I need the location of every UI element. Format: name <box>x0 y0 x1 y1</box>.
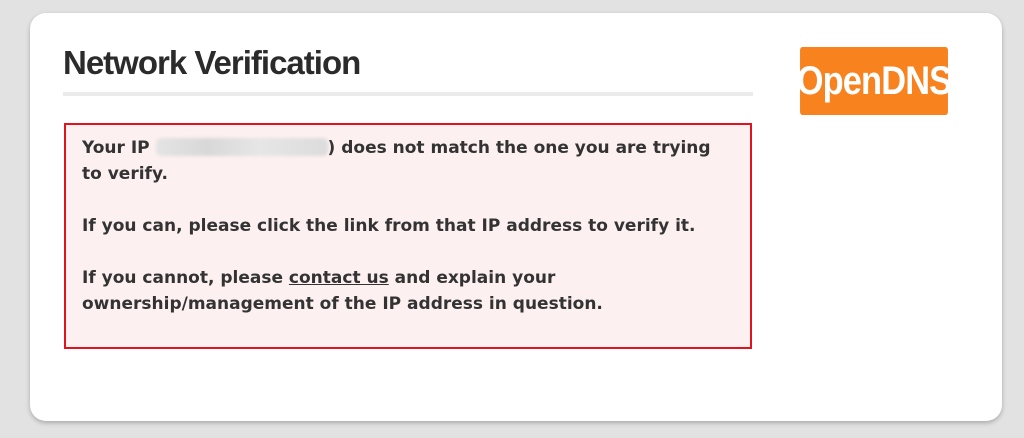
page-title: Network Verification <box>63 44 361 81</box>
contact-instruction: If you cannot, please contact us and exp… <box>82 265 734 317</box>
ip-mismatch-message: Your IP ) does not match the one you are… <box>82 135 734 187</box>
verification-card: Network Verification OpenDNS Your IP ) d… <box>30 13 1002 421</box>
verify-instruction: If you can, please click the link from t… <box>82 216 696 236</box>
contact-us-link[interactable]: contact us <box>289 268 389 288</box>
opendns-logo: OpenDNS <box>797 47 952 115</box>
ip-mismatch-text-start: Your IP <box>82 138 156 158</box>
redacted-ip-address <box>155 138 328 156</box>
contact-instruction-start: If you cannot, please <box>82 268 289 288</box>
error-message-box: Your IP ) does not match the one you are… <box>64 123 752 349</box>
title-divider <box>63 92 753 96</box>
